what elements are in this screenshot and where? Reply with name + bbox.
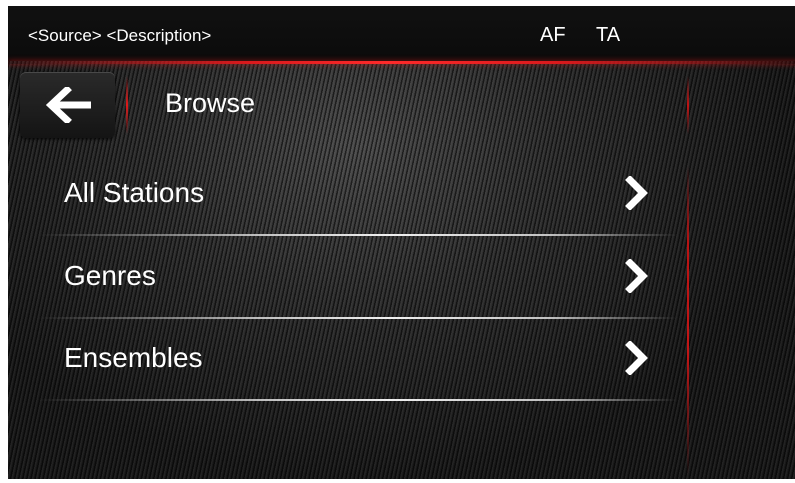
chevron-right-icon: [625, 176, 648, 210]
page-title: Browse: [165, 88, 256, 118]
header-divider: [126, 76, 128, 134]
chevron-right-icon: [625, 341, 648, 375]
arrow-left-icon: [45, 87, 91, 123]
af-indicator: AF: [540, 24, 566, 46]
back-button[interactable]: [20, 72, 115, 138]
ta-indicator: TA: [596, 24, 621, 46]
menu-item-genres[interactable]: Genres: [38, 239, 678, 319]
scroll-area-divider: [687, 166, 689, 476]
status-bar: <Source> <Description> AF TA: [8, 6, 795, 61]
radio-screen: <Source> <Description> AF TA Browse All …: [8, 6, 795, 479]
list-separator: [38, 317, 678, 319]
list-separator: [38, 234, 678, 236]
header-right-divider: [687, 76, 689, 134]
source-description: <Source> <Description>: [28, 26, 212, 45]
menu-item-label: All Stations: [64, 177, 205, 208]
list-separator: [38, 399, 678, 401]
menu-item-label: Ensembles: [64, 342, 203, 373]
chevron-right-icon: [625, 259, 648, 293]
menu-item-label: Genres: [64, 260, 156, 291]
menu-item-all-stations[interactable]: All Stations: [38, 156, 678, 236]
menu-item-ensembles[interactable]: Ensembles: [38, 321, 678, 401]
status-bar-divider: [8, 61, 795, 64]
